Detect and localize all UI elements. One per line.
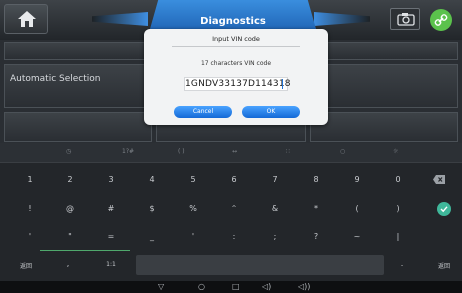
enter-key[interactable] bbox=[437, 202, 451, 216]
key-question[interactable]: ? bbox=[304, 232, 328, 241]
grid-icon[interactable]: ∷ bbox=[286, 148, 290, 155]
key-ampersand[interactable]: & bbox=[263, 204, 287, 213]
key-pipe[interactable]: | bbox=[386, 232, 410, 241]
key-0[interactable]: 0 bbox=[386, 175, 410, 184]
key-hash[interactable]: # bbox=[99, 204, 123, 213]
recents-nav-icon[interactable]: □ bbox=[232, 282, 240, 291]
home-icon bbox=[18, 11, 36, 27]
back-key-right[interactable]: 返回 bbox=[432, 261, 456, 270]
camera-icon bbox=[397, 13, 415, 26]
link-icon bbox=[434, 14, 448, 26]
vci-link-button[interactable] bbox=[430, 9, 452, 31]
key-open-paren[interactable]: ( bbox=[345, 204, 369, 213]
cursor-move-icon[interactable]: ↔ bbox=[232, 148, 237, 155]
system-nav-bar: ▽ ○ □ ◁) ◁)) bbox=[0, 281, 462, 293]
key-7[interactable]: 7 bbox=[263, 175, 287, 184]
header-decoration-left bbox=[92, 12, 148, 26]
key-quote[interactable]: " bbox=[58, 232, 82, 241]
key-1[interactable]: 1 bbox=[18, 175, 42, 184]
key-8[interactable]: 8 bbox=[304, 175, 328, 184]
key-colon[interactable]: : bbox=[222, 232, 246, 241]
key-asterisk[interactable]: * bbox=[304, 204, 328, 213]
key-6[interactable]: 6 bbox=[222, 175, 246, 184]
screenshot-button[interactable] bbox=[390, 8, 420, 30]
key-close-paren[interactable]: ) bbox=[386, 204, 410, 213]
automatic-selection-tile[interactable] bbox=[4, 64, 152, 108]
vin-caption: 17 characters VIN code bbox=[200, 60, 272, 67]
space-key[interactable] bbox=[136, 255, 384, 275]
layout-switch-key[interactable]: 1:1 bbox=[99, 261, 123, 268]
vin-input[interactable]: 1GNDV33137D114318 bbox=[184, 77, 290, 91]
soft-keyboard: ◷ 1?# ( ) ↔ ∷ ○ ☼ 1 2 3 4 5 6 7 8 9 0 ! … bbox=[0, 143, 462, 281]
automatic-selection-label[interactable]: Automatic Selection bbox=[10, 74, 101, 84]
screen: Diagnostics Automatic Selection Input VI… bbox=[0, 0, 462, 293]
vin-dialog: Input VIN code 17 characters VIN code 1G… bbox=[144, 29, 328, 125]
backspace-key[interactable] bbox=[433, 175, 449, 184]
checkmark-icon bbox=[440, 206, 448, 213]
key-underscore[interactable]: _ bbox=[140, 232, 164, 241]
key-percent[interactable]: % bbox=[181, 204, 205, 213]
emoji-icon[interactable]: ○ bbox=[340, 148, 345, 155]
settings-icon[interactable]: ☼ bbox=[393, 148, 398, 155]
key-3[interactable]: 3 bbox=[99, 175, 123, 184]
key-tilde[interactable]: ~ bbox=[345, 232, 369, 241]
key-apostrophe[interactable]: ' bbox=[18, 232, 42, 241]
keyboard-toolbar: ◷ 1?# ( ) ↔ ∷ ○ ☼ bbox=[0, 143, 462, 163]
dialog-divider bbox=[172, 46, 300, 47]
key-semicolon[interactable]: ; bbox=[263, 232, 287, 241]
key-at[interactable]: @ bbox=[58, 204, 82, 213]
key-exclamation[interactable]: ! bbox=[18, 204, 42, 213]
key-period[interactable]: . bbox=[390, 259, 414, 268]
brackets-tab[interactable]: ( ) bbox=[178, 148, 185, 155]
row-indicator bbox=[40, 250, 130, 251]
hide-keyboard-icon[interactable]: ▽ bbox=[158, 282, 164, 291]
menu-tile[interactable] bbox=[310, 112, 458, 142]
recent-icon[interactable]: ◷ bbox=[66, 148, 71, 155]
home-button[interactable] bbox=[4, 4, 48, 34]
menu-tile[interactable] bbox=[4, 112, 152, 142]
key-comma[interactable]: , bbox=[56, 259, 80, 268]
text-cursor bbox=[282, 79, 283, 89]
back-key[interactable]: 返回 bbox=[14, 261, 38, 270]
dialog-title: Input VIN code bbox=[212, 35, 260, 43]
backspace-icon bbox=[433, 175, 445, 184]
key-single-quote[interactable]: ' bbox=[181, 232, 205, 241]
page-title: Diagnostics bbox=[200, 16, 266, 27]
key-4[interactable]: 4 bbox=[140, 175, 164, 184]
symbols-tab[interactable]: 1?# bbox=[122, 148, 134, 155]
key-5[interactable]: 5 bbox=[181, 175, 205, 184]
cancel-button[interactable]: Cancel bbox=[174, 106, 232, 118]
home-nav-icon[interactable]: ○ bbox=[198, 282, 205, 291]
header-decoration-right bbox=[314, 12, 370, 26]
key-caret[interactable]: ^ bbox=[222, 205, 246, 212]
volume-down-icon[interactable]: ◁) bbox=[262, 282, 271, 291]
key-dollar[interactable]: $ bbox=[140, 204, 164, 213]
key-equals[interactable]: = bbox=[99, 232, 123, 241]
key-2[interactable]: 2 bbox=[58, 175, 82, 184]
ok-button[interactable]: OK bbox=[242, 106, 300, 118]
menu-tile[interactable] bbox=[310, 64, 458, 108]
key-9[interactable]: 9 bbox=[345, 175, 369, 184]
volume-up-icon[interactable]: ◁)) bbox=[298, 282, 310, 291]
